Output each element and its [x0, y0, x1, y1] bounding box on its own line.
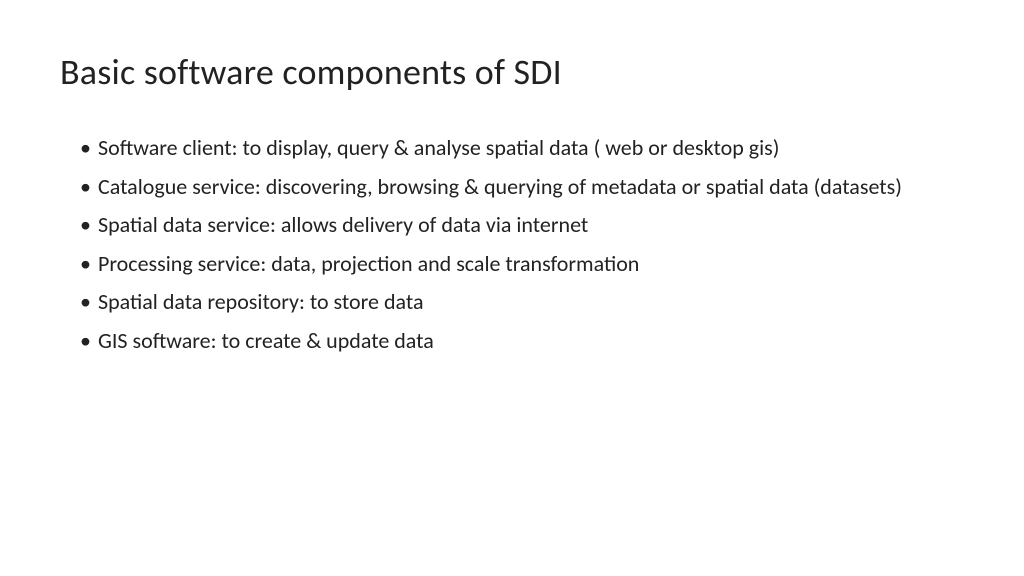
list-item: Processing service: data, projection and… — [80, 250, 964, 279]
list-item: GIS software: to create & update data — [80, 327, 964, 356]
list-item: Spatial data repository: to store data — [80, 288, 964, 317]
bullet-list: Software client: to display, query & ana… — [60, 134, 964, 356]
list-item: Software client: to display, query & ana… — [80, 134, 964, 163]
list-item: Catalogue service: discovering, browsing… — [80, 173, 964, 202]
list-item: Spatial data service: allows delivery of… — [80, 211, 964, 240]
slide-title: Basic software components of SDI — [60, 50, 964, 94]
